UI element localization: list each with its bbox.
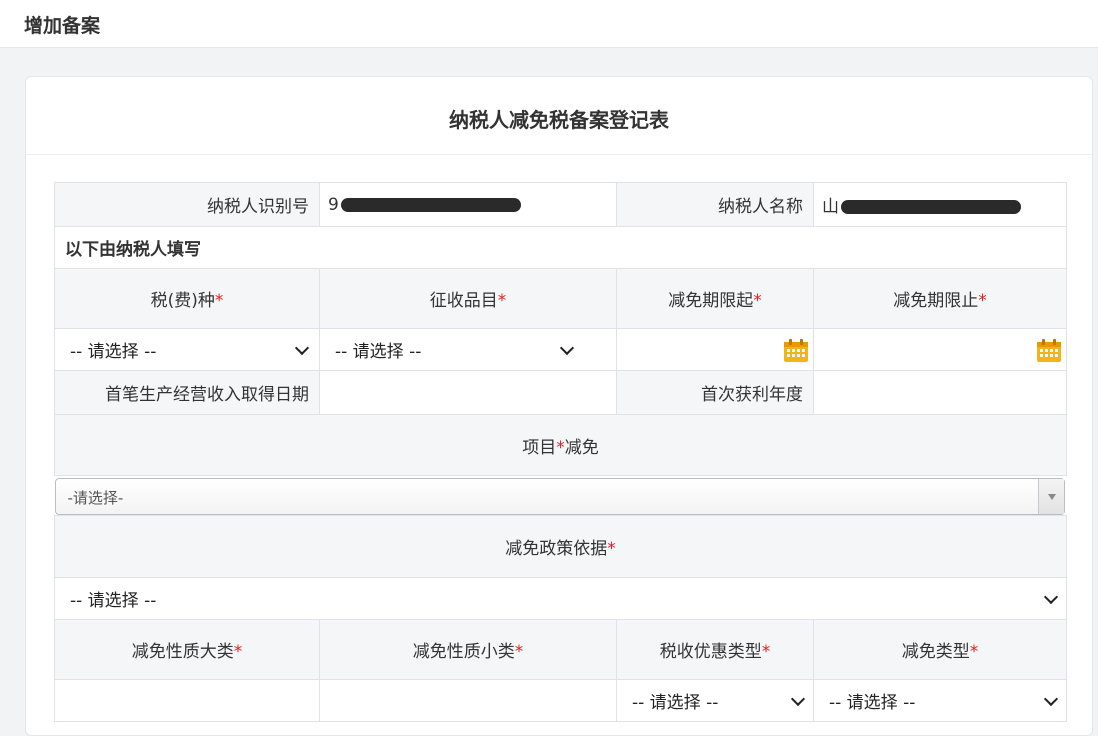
exemption-type-cell: -- 请选择 -- — [813, 679, 1067, 722]
item-cell: -- 请选择 -- — [319, 328, 617, 371]
start-date-input[interactable] — [617, 330, 813, 370]
nature-major-header: 减免性质大类* — [54, 619, 320, 680]
taxpayer-id-label: 纳税人识别号 — [54, 182, 320, 227]
project-select-cell: -请选择- — [54, 476, 1067, 516]
end-date-label: 减免期限止 — [893, 291, 979, 311]
tax-type-cell: -- 请选择 -- — [54, 328, 320, 371]
preference-type-select[interactable]: -- 请选择 -- — [617, 688, 813, 713]
project-select-arrow[interactable] — [1037, 479, 1064, 514]
required-mark: * — [214, 291, 224, 311]
taxpayer-name-text: 山 — [822, 197, 839, 217]
taxpayer-name-value: 山 — [813, 182, 1067, 227]
required-mark: * — [607, 539, 616, 559]
tax-type-label: 税(费)种 — [150, 291, 215, 311]
tax-type-header: 税(费)种* — [54, 268, 320, 329]
exemption-type-select[interactable]: -- 请选择 -- — [814, 688, 1066, 713]
form-title: 纳税人减免税备案登记表 — [449, 108, 669, 132]
nature-minor-value[interactable] — [319, 679, 617, 722]
redaction-mask — [340, 197, 521, 212]
project-label-suffix: 减免 — [564, 437, 599, 458]
exemption-type-header: 减免类型* — [813, 619, 1067, 680]
tax-type-select[interactable]: -- 请选择 -- — [55, 337, 319, 362]
required-mark: * — [497, 291, 507, 311]
chevron-down-icon — [559, 340, 575, 355]
policy-basis-label: 减免政策依据 — [505, 539, 608, 559]
first-income-date-input[interactable] — [319, 370, 617, 415]
preference-type-select-value: -- 请选择 -- — [632, 693, 719, 713]
policy-basis-select-value: -- 请选择 -- — [70, 591, 157, 611]
preference-type-header: 税收优惠类型* — [616, 619, 814, 680]
section-title: 以下由纳税人填写 — [54, 226, 1067, 269]
required-mark: * — [978, 291, 987, 311]
chevron-down-icon — [1043, 589, 1059, 604]
calendar-icon[interactable] — [783, 338, 809, 363]
preference-type-cell: -- 请选择 -- — [616, 679, 814, 722]
start-date-header: 减免期限起* — [616, 268, 814, 329]
start-date-cell — [616, 328, 814, 371]
required-mark: * — [556, 437, 565, 458]
policy-basis-header: 减免政策依据* — [54, 515, 1067, 578]
top-bar: 增加备案 — [0, 0, 1098, 48]
project-header: 项目*减免 — [54, 414, 1067, 476]
form-card: 纳税人减免税备案登记表 纳税人识别号 9 纳税人名称 山 以下由纳税人填写 税(… — [25, 76, 1093, 736]
taxpayer-name-label: 纳税人名称 — [616, 182, 814, 227]
taxpayer-id-text: 9 — [328, 194, 339, 215]
required-mark: * — [233, 642, 243, 662]
nature-major-label: 减免性质大类 — [131, 642, 234, 662]
filing-form-table: 纳税人识别号 9 纳税人名称 山 以下由纳税人填写 税(费)种* 征收品目* 减… — [54, 182, 1067, 722]
nature-major-value[interactable] — [54, 679, 320, 722]
end-date-input[interactable] — [814, 330, 1066, 370]
item-label: 征收品目 — [429, 291, 498, 311]
start-date-label: 减免期限起 — [668, 291, 754, 311]
first-profit-year-label: 首次获利年度 — [616, 370, 814, 415]
end-date-header: 减免期限止* — [813, 268, 1067, 329]
project-select-value: -请选择- — [67, 489, 124, 507]
project-label: 项目 — [522, 437, 557, 458]
first-income-date-label: 首笔生产经营收入取得日期 — [54, 370, 320, 415]
redaction-mask — [841, 200, 1021, 214]
chevron-down-icon — [1043, 691, 1059, 706]
chevron-down-icon — [294, 340, 310, 355]
first-profit-year-input[interactable] — [813, 370, 1067, 415]
end-date-cell — [813, 328, 1067, 371]
required-mark: * — [761, 642, 771, 662]
page-title: 增加备案 — [24, 15, 101, 37]
required-mark: * — [514, 642, 524, 662]
nature-minor-header: 减免性质小类* — [319, 619, 617, 680]
policy-basis-select[interactable]: -- 请选择 -- — [55, 586, 1066, 611]
item-select[interactable]: -- 请选择 -- — [320, 337, 616, 362]
project-select[interactable]: -请选择- — [54, 478, 1065, 515]
card-header: 纳税人减免税备案登记表 — [26, 77, 1092, 155]
exemption-type-select-value: -- 请选择 -- — [829, 693, 916, 713]
chevron-down-icon — [790, 691, 806, 706]
item-select-value: -- 请选择 -- — [335, 342, 422, 362]
item-header: 征收品目* — [319, 268, 617, 329]
policy-basis-cell: -- 请选择 -- — [54, 577, 1067, 620]
calendar-icon[interactable] — [1036, 338, 1062, 363]
nature-minor-label: 减免性质小类 — [412, 642, 515, 662]
required-mark: * — [753, 291, 762, 311]
taxpayer-id-value: 9 — [319, 182, 617, 227]
exemption-type-label: 减免类型 — [901, 642, 970, 662]
preference-type-label: 税收优惠类型 — [659, 642, 762, 662]
tax-type-select-value: -- 请选择 -- — [70, 342, 157, 362]
triangle-down-icon — [1047, 494, 1056, 500]
required-mark: * — [969, 642, 979, 662]
